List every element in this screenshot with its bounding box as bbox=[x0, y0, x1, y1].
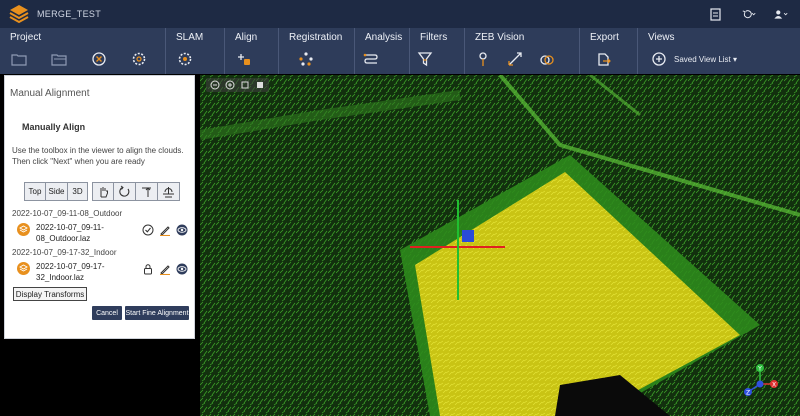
ribbon-group-analysis: Analysis bbox=[355, 28, 410, 74]
registration-icon[interactable] bbox=[297, 50, 315, 68]
axis-orientation-gizmo: X Y Z bbox=[744, 364, 778, 397]
close-circle-icon[interactable] bbox=[90, 50, 108, 68]
ribbon-group-label: Export bbox=[590, 32, 619, 43]
panel-title: Manual Alignment bbox=[10, 88, 90, 99]
edit-icon[interactable] bbox=[159, 263, 171, 275]
cloud-row-outdoor[interactable]: 2022-10-07_09-11-08_Outdoor.laz bbox=[17, 222, 188, 244]
ribbon-group-label: Project bbox=[10, 32, 42, 43]
manual-alignment-panel: Manual Alignment Manually Align Use the … bbox=[4, 75, 195, 339]
view-toolbox: Top Side 3D bbox=[24, 182, 180, 201]
visibility-eye-icon[interactable] bbox=[176, 224, 188, 236]
pin-icon[interactable] bbox=[474, 50, 492, 68]
app-logo-icon bbox=[9, 5, 29, 24]
cloud-logo-icon bbox=[17, 262, 30, 275]
caret-down-icon: ▾ bbox=[733, 54, 738, 64]
document-icon[interactable] bbox=[710, 7, 724, 21]
cloud-row-indoor[interactable]: 2022-10-07_09-17-32_Indoor.laz bbox=[17, 261, 188, 283]
cloud-group-outdoor-label: 2022-10-07_09-11-08_Outdoor bbox=[12, 209, 123, 218]
hand-pan-icon[interactable] bbox=[92, 182, 114, 201]
edit-icon[interactable] bbox=[159, 224, 171, 236]
saved-view-list-label: Saved View List bbox=[674, 54, 731, 64]
ribbon-group-label: Analysis bbox=[365, 32, 403, 43]
ribbon-group-label: ZEB Vision bbox=[475, 32, 525, 43]
slam-gear-icon[interactable] bbox=[176, 50, 194, 68]
view-square-icon[interactable] bbox=[240, 80, 250, 90]
ribbon-group-filters: Filters bbox=[410, 28, 465, 74]
level-icon[interactable] bbox=[158, 182, 180, 201]
ribbon-toolbar: Project SLAM Align Registration Analysis… bbox=[0, 28, 800, 74]
point-cloud-scene[interactable] bbox=[200, 75, 800, 416]
crop-icon[interactable] bbox=[506, 50, 524, 68]
cancel-button[interactable]: Cancel bbox=[92, 306, 122, 320]
view-top-button[interactable]: Top bbox=[24, 182, 46, 201]
ribbon-group-project: Project bbox=[0, 28, 166, 74]
ribbon-group-slam: SLAM bbox=[166, 28, 225, 74]
zoom-in-icon[interactable] bbox=[225, 80, 235, 90]
ribbon-group-label: Align bbox=[235, 32, 258, 43]
ribbon-group-label: Views bbox=[648, 32, 675, 43]
rotate-icon[interactable] bbox=[114, 182, 136, 201]
title-bar: MERGE_TEST bbox=[0, 0, 800, 28]
axis-z-label: Z bbox=[746, 390, 750, 397]
ribbon-group-zeb-vision: ZEB Vision bbox=[465, 28, 580, 74]
ribbon-group-label: Filters bbox=[420, 32, 448, 43]
project-name: MERGE_TEST bbox=[37, 9, 102, 19]
cloud-file-name: 2022-10-07_09-11-08_Outdoor.laz bbox=[36, 223, 104, 243]
axis-x-label: X bbox=[772, 382, 776, 389]
overlap-icon[interactable] bbox=[538, 50, 556, 68]
raise-icon[interactable] bbox=[136, 182, 158, 201]
analysis-icon[interactable] bbox=[362, 50, 380, 68]
saved-view-list-dropdown[interactable]: Saved View List ▾ bbox=[674, 55, 737, 64]
stop-square-icon[interactable] bbox=[255, 80, 265, 90]
zoom-out-icon[interactable] bbox=[210, 80, 220, 90]
ribbon-group-label: SLAM bbox=[176, 32, 204, 43]
axis-y-label: Y bbox=[757, 366, 762, 373]
visibility-eye-icon[interactable] bbox=[176, 263, 188, 275]
history-icon[interactable] bbox=[742, 7, 756, 21]
display-transforms-button[interactable]: Display Transforms bbox=[13, 287, 87, 301]
view-side-button[interactable]: Side bbox=[46, 182, 68, 201]
align-icon[interactable] bbox=[235, 50, 253, 68]
point-cloud-viewer[interactable]: X Y Z bbox=[200, 75, 800, 416]
user-icon[interactable] bbox=[774, 7, 788, 21]
settings-gear-icon[interactable] bbox=[130, 50, 148, 68]
viewer-toolbar bbox=[206, 78, 269, 92]
panel-subtitle: Manually Align bbox=[22, 122, 86, 132]
export-icon[interactable] bbox=[595, 50, 613, 68]
check-circle-icon[interactable] bbox=[142, 224, 154, 236]
cloud-file-name: 2022-10-07_09-17-32_Indoor.laz bbox=[36, 262, 105, 282]
lock-icon[interactable] bbox=[142, 263, 154, 275]
add-view-icon[interactable] bbox=[650, 50, 668, 68]
ribbon-group-align: Align bbox=[225, 28, 279, 74]
ribbon-group-views: Views Saved View List ▾ bbox=[638, 28, 800, 74]
cloud-group-indoor-label: 2022-10-07_09-17-32_Indoor bbox=[12, 248, 117, 257]
cloud-logo-icon bbox=[17, 223, 30, 236]
ribbon-group-registration: Registration bbox=[279, 28, 355, 74]
open-folder-icon[interactable] bbox=[10, 50, 28, 68]
folder-icon[interactable] bbox=[50, 50, 68, 68]
start-fine-alignment-button[interactable]: Start Fine Alignment bbox=[125, 306, 189, 320]
panel-instructions: Use the toolbox in the viewer to align t… bbox=[12, 146, 184, 166]
view-3d-button[interactable]: 3D bbox=[68, 182, 88, 201]
ribbon-group-label: Registration bbox=[289, 32, 343, 43]
ribbon-group-export: Export bbox=[580, 28, 638, 74]
filter-icon[interactable] bbox=[416, 50, 434, 68]
